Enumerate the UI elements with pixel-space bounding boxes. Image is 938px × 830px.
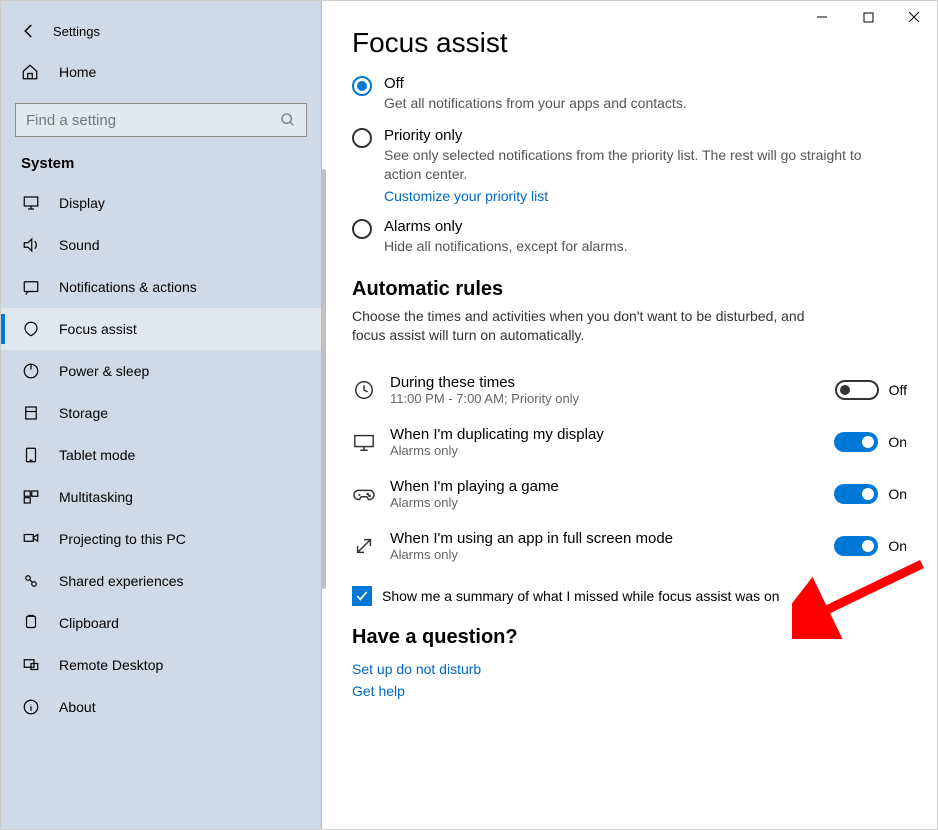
radio-title: Alarms only	[384, 218, 872, 235]
rule-sub: 11:00 PM - 7:00 AM; Priority only	[390, 391, 835, 406]
nav-label: Display	[59, 195, 105, 211]
radio-option-priority-only[interactable]: Priority only See only selected notificat…	[352, 127, 872, 204]
nav-icon	[21, 698, 41, 716]
sidebar-item-projecting-to-this-pc[interactable]: Projecting to this PC	[1, 518, 321, 560]
home-icon	[21, 63, 41, 81]
nav-label: Multitasking	[59, 489, 133, 505]
radio-desc: Get all notifications from your apps and…	[384, 94, 872, 113]
section-label: System	[1, 147, 321, 182]
nav-icon	[21, 446, 41, 464]
nav-icon	[21, 404, 41, 422]
rule-sub: Alarms only	[390, 547, 834, 562]
rule-sub: Alarms only	[390, 495, 834, 510]
nav-icon	[21, 614, 41, 632]
nav-icon	[21, 530, 41, 548]
summary-checkbox[interactable]	[352, 586, 372, 606]
back-button[interactable]	[17, 19, 41, 43]
search-box[interactable]	[15, 103, 307, 137]
nav-label: Remote Desktop	[59, 657, 163, 673]
sidebar-item-clipboard[interactable]: Clipboard	[1, 602, 321, 644]
sidebar-item-storage[interactable]: Storage	[1, 392, 321, 434]
rule-sub: Alarms only	[390, 443, 834, 458]
radio-option-off[interactable]: Off Get all notifications from your apps …	[352, 75, 872, 113]
rule-title: When I'm duplicating my display	[390, 426, 834, 443]
nav-icon	[21, 488, 41, 506]
question-heading: Have a question?	[352, 626, 907, 649]
radio-desc: Hide all notifications, except for alarm…	[384, 237, 872, 256]
sidebar-item-tablet-mode[interactable]: Tablet mode	[1, 434, 321, 476]
minimize-button[interactable]	[799, 1, 845, 33]
rule-toggle-label: On	[888, 486, 907, 502]
rule-toggle[interactable]	[834, 484, 878, 504]
nav-icon	[21, 194, 41, 212]
sidebar-item-display[interactable]: Display	[1, 182, 321, 224]
nav-label: About	[59, 699, 96, 715]
window-title: Settings	[53, 24, 100, 39]
nav-label: Power & sleep	[59, 363, 149, 379]
automatic-rules-desc: Choose the times and activities when you…	[352, 307, 832, 346]
radio-icon	[352, 76, 372, 96]
rule-icon	[352, 535, 376, 557]
rule-title: When I'm playing a game	[390, 478, 834, 495]
sidebar-item-focus-assist[interactable]: Focus assist	[1, 308, 321, 350]
radio-icon	[352, 219, 372, 239]
home-nav[interactable]: Home	[1, 49, 321, 95]
sidebar-item-multitasking[interactable]: Multitasking	[1, 476, 321, 518]
radio-icon	[352, 128, 372, 148]
rule-toggle-label: Off	[889, 382, 907, 398]
rule-toggle-label: On	[888, 434, 907, 450]
rule-when-i-m-duplicating-my-display[interactable]: When I'm duplicating my displayAlarms on…	[352, 416, 907, 468]
automatic-rules-heading: Automatic rules	[352, 278, 907, 301]
radio-option-alarms-only[interactable]: Alarms only Hide all notifications, excep…	[352, 218, 872, 256]
nav-label: Shared experiences	[59, 573, 184, 589]
nav-label: Tablet mode	[59, 447, 135, 463]
rule-title: During these times	[390, 374, 835, 391]
nav-label: Notifications & actions	[59, 279, 197, 295]
rule-title: When I'm using an app in full screen mod…	[390, 530, 834, 547]
close-button[interactable]	[891, 1, 937, 33]
sidebar-item-remote-desktop[interactable]: Remote Desktop	[1, 644, 321, 686]
rule-toggle[interactable]	[835, 380, 879, 400]
sidebar-item-notifications-actions[interactable]: Notifications & actions	[1, 266, 321, 308]
rule-when-i-m-playing-a-game[interactable]: When I'm playing a gameAlarms only On	[352, 468, 907, 520]
radio-title: Off	[384, 75, 872, 92]
nav-icon	[21, 572, 41, 590]
nav-icon	[21, 320, 41, 338]
question-link-1[interactable]: Get help	[352, 683, 405, 699]
nav-label: Sound	[59, 237, 99, 253]
summary-checkbox-label: Show me a summary of what I missed while…	[382, 588, 780, 604]
sidebar-item-power-sleep[interactable]: Power & sleep	[1, 350, 321, 392]
rule-icon	[352, 431, 376, 453]
search-icon	[280, 112, 296, 128]
nav-icon	[21, 236, 41, 254]
nav-icon	[21, 278, 41, 296]
rule-during-these-times[interactable]: During these times11:00 PM - 7:00 AM; Pr…	[352, 364, 907, 416]
nav-label: Storage	[59, 405, 108, 421]
rule-toggle[interactable]	[834, 432, 878, 452]
home-label: Home	[59, 64, 96, 80]
nav-icon	[21, 656, 41, 674]
sidebar-item-shared-experiences[interactable]: Shared experiences	[1, 560, 321, 602]
search-input[interactable]	[26, 112, 280, 129]
nav-icon	[21, 362, 41, 380]
maximize-button[interactable]	[845, 1, 891, 33]
nav-label: Clipboard	[59, 615, 119, 631]
nav-label: Projecting to this PC	[59, 531, 186, 547]
rule-icon	[352, 483, 376, 505]
rule-toggle[interactable]	[834, 536, 878, 556]
sidebar-item-about[interactable]: About	[1, 686, 321, 728]
rule-toggle-label: On	[888, 538, 907, 554]
question-link-0[interactable]: Set up do not disturb	[352, 661, 481, 677]
radio-desc: See only selected notifications from the…	[384, 146, 872, 184]
radio-title: Priority only	[384, 127, 872, 144]
sidebar-item-sound[interactable]: Sound	[1, 224, 321, 266]
rule-icon	[352, 379, 376, 401]
customize-link[interactable]: Customize your priority list	[384, 188, 548, 204]
nav-label: Focus assist	[59, 321, 137, 337]
rule-when-i-m-using-an-app-in-full-screen-mode[interactable]: When I'm using an app in full screen mod…	[352, 520, 907, 572]
